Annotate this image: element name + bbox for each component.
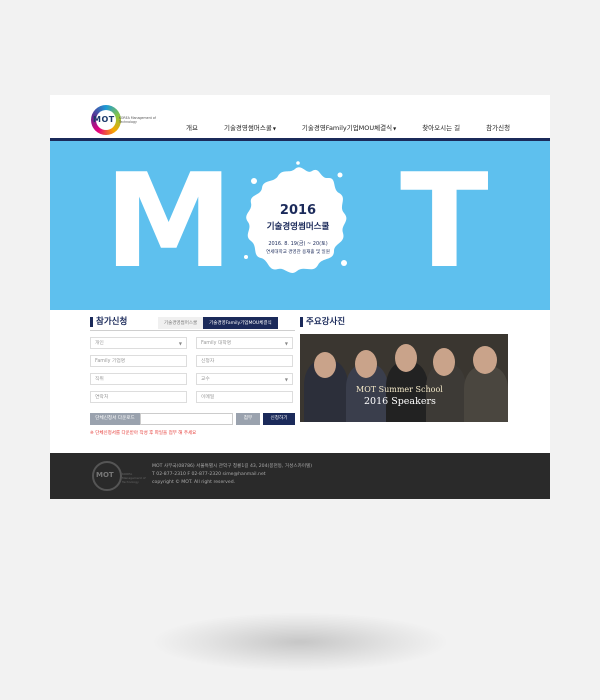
caret-down-icon: ▼ (393, 126, 397, 131)
footer-contact: T 02-877-2310 F 02-877-2320 sime@hanmail… (152, 472, 266, 477)
hero-year: 2016 (279, 203, 317, 218)
nav-item-register[interactable]: 참가신청 (486, 122, 510, 132)
logo-text: MOT (93, 115, 115, 124)
footer-copyright: copyright © MOT. All right reserved. (152, 480, 236, 485)
upload-notice: ※ 단체신청서를 다운받아 작성 후 파일을 첨부 해 주세요 (90, 431, 197, 436)
footer-logo-subtitle: KOREA Management of Technology (122, 472, 146, 484)
position-field[interactable]: 직위 (90, 373, 187, 385)
footer-address: MOT 사무국(08786) 서울특별시 관악구 청룡1길 43, 204(봉천… (152, 464, 313, 469)
speaker-figure (464, 366, 508, 422)
file-upload-row: 단체신청서 다운로드 첨부 신청하기 (90, 413, 295, 425)
registration-tabs: 기술경영썸머스쿨 기술경영Family기업MOU체결식 (158, 317, 278, 329)
speakers-title: 주요강사진 (300, 317, 508, 327)
photo-caption-line2: 2016 Speakers (364, 396, 436, 407)
speaker-head (433, 348, 455, 376)
speaker-head (355, 350, 377, 378)
footer-info: MOT 사무국(08786) 서울특별시 관악구 청룡1길 43, 204(봉천… (152, 463, 312, 487)
registration-section: 참가신청 기술경영썸머스쿨 기술경영Family기업MOU체결식 개인 ▼ Fam… (90, 317, 295, 436)
nav-item-directions[interactable]: 찾아오시는 길 (422, 122, 460, 132)
speakers-section: 주요강사진 MOT Summer School 2016 Speakers (300, 317, 508, 422)
download-form-button[interactable]: 단체신청서 다운로드 (90, 413, 140, 425)
photo-caption-line1: MOT Summer School (356, 385, 443, 394)
hero-banner: M T 2016 기술경영썸머스쿨 2016. 8. 19(금) ~ 20(토)… (50, 141, 550, 310)
role-select[interactable]: 교수 ▼ (196, 373, 293, 385)
footer-logo-text: MOT (96, 471, 114, 479)
nav-label: 찾아오시는 길 (422, 124, 461, 132)
role-select-value: 교수 (201, 377, 210, 382)
registration-divider (90, 330, 295, 331)
hero-letter-t: T (400, 145, 489, 297)
speaker-head (314, 352, 336, 378)
type-select[interactable]: 개인 ▼ (90, 337, 187, 349)
hero-letter-m: M (104, 145, 234, 297)
hero-date: 2016. 8. 19(금) ~ 20(토) (268, 241, 328, 247)
website-page: MOT KOREA Management of Technology 개요 기술… (50, 95, 550, 499)
company-field[interactable]: Family 기업명 (90, 355, 187, 367)
speaker-head (473, 346, 497, 374)
speakers-photo[interactable]: MOT Summer School 2016 Speakers (300, 334, 508, 422)
nav-label: 개요 (186, 124, 198, 132)
hero-place: 연세대학교 경영관 용재홀 및 일원 (266, 250, 330, 255)
type-select-value: 개인 (95, 341, 104, 346)
attach-button[interactable]: 첨부 (236, 413, 260, 425)
hero-event-info: 2016 기술경영썸머스쿨 2016. 8. 19(금) ~ 20(토) 연세대… (248, 203, 348, 255)
univ-select[interactable]: Family 대학명 ▼ (196, 337, 293, 349)
tab-mou[interactable]: 기술경영Family기업MOU체결식 (203, 317, 278, 329)
univ-select-value: Family 대학명 (201, 341, 232, 346)
logo-subtitle: KOREA Management of Technology (119, 116, 156, 124)
nav-item-overview[interactable]: 개요 (186, 122, 198, 132)
apply-button[interactable]: 신청하기 (263, 413, 295, 425)
file-path-input[interactable] (140, 413, 233, 425)
applicant-field[interactable]: 신청자 (196, 355, 293, 367)
chevron-down-icon: ▼ (284, 341, 288, 346)
nav-label: 참가신청 (486, 124, 511, 132)
speaker-head (395, 344, 417, 372)
site-footer: MOT KOREA Management of Technology MOT 사… (50, 453, 550, 499)
nav-label: 기술경영Family기업MOU체결식 (301, 124, 393, 132)
page-shadow (150, 612, 450, 672)
phone-field[interactable]: 연락처 (90, 391, 187, 403)
nav-item-summer-school[interactable]: 기술경영썸머스쿨▼ (224, 122, 276, 132)
email-field[interactable]: 이메일 (196, 391, 293, 403)
chevron-down-icon: ▼ (284, 377, 288, 382)
hero-title: 기술경영썸머스쿨 (266, 222, 330, 232)
chevron-down-icon: ▼ (178, 341, 182, 346)
nav-item-mou[interactable]: 기술경영Family기업MOU체결식▼ (302, 122, 396, 132)
mot-logo[interactable]: MOT KOREA Management of Technology (91, 105, 161, 135)
tab-summer-school[interactable]: 기술경영썸머스쿨 (158, 317, 204, 329)
main-nav: 개요 기술경영썸머스쿨▼ 기술경영Family기업MOU체결식▼ 찾아오시는 길… (186, 122, 536, 132)
caret-down-icon: ▼ (272, 126, 276, 131)
nav-label: 기술경영썸머스쿨 (223, 124, 272, 132)
